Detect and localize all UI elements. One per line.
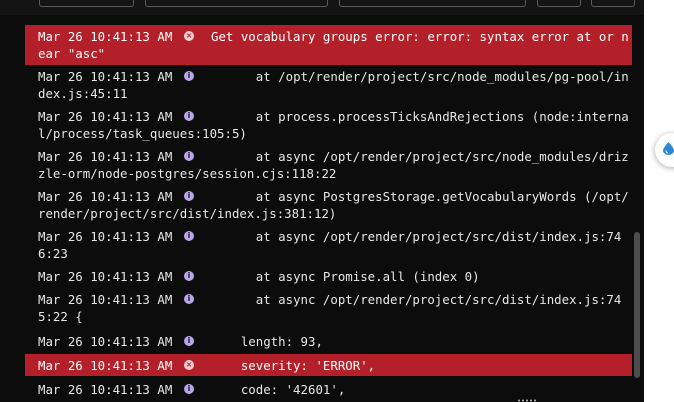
log-row: Mar 26 10:41:13 AM i code: '42601', bbox=[25, 376, 632, 402]
log-timestamp: Mar 26 10:41:13 AM bbox=[38, 69, 173, 84]
log-timestamp: Mar 26 10:41:13 AM bbox=[38, 109, 173, 124]
log-row: Mar 26 10:41:13 AM i at /opt/render/proje… bbox=[25, 65, 632, 105]
log-viewer[interactable]: Mar 26 10:41:13 AM × Get vocabulary groups… bbox=[25, 15, 644, 402]
info-icon: i bbox=[184, 151, 194, 161]
log-timestamp: Mar 26 10:41:13 AM bbox=[38, 29, 173, 44]
error-x-icon: × bbox=[184, 359, 194, 370]
info-icon: i bbox=[184, 231, 194, 241]
info-icon: i bbox=[184, 71, 194, 81]
scrollbar-thumb[interactable] bbox=[634, 232, 640, 378]
log-timestamp: Mar 26 10:41:13 AM bbox=[38, 381, 173, 397]
log-row-error: Mar 26 10:41:13 AM × severity: 'ERROR', bbox=[25, 354, 632, 376]
log-timestamp: Mar 26 10:41:13 AM bbox=[38, 357, 173, 373]
toolbar-button[interactable] bbox=[591, 0, 635, 7]
info-icon: i bbox=[184, 335, 194, 346]
info-icon: i bbox=[184, 111, 194, 121]
log-timestamp: Mar 26 10:41:13 AM bbox=[38, 269, 173, 284]
info-icon: i bbox=[184, 294, 194, 304]
search-input[interactable] bbox=[145, 0, 328, 7]
log-row: Mar 26 10:41:13 AM i at async PostgresSto… bbox=[25, 185, 632, 225]
top-toolbar bbox=[0, 0, 674, 15]
page-edge bbox=[644, 0, 674, 402]
log-timestamp: Mar 26 10:41:13 AM bbox=[38, 333, 173, 349]
log-row: Mar 26 10:41:13 AM i at async /opt/render… bbox=[25, 225, 632, 265]
error-x-icon: × bbox=[184, 31, 194, 41]
toolbar-button[interactable] bbox=[39, 0, 134, 7]
log-message: code: '42601', bbox=[211, 381, 346, 397]
info-icon: i bbox=[184, 271, 194, 281]
water-drop-icon bbox=[663, 142, 674, 155]
log-row: Mar 26 10:41:13 AM i length: 93, bbox=[25, 328, 632, 354]
log-message: at async Promise.all (index 0) bbox=[211, 269, 480, 284]
info-icon: i bbox=[184, 383, 194, 394]
log-message: severity: 'ERROR', bbox=[211, 357, 376, 373]
toolbar-button[interactable] bbox=[537, 0, 581, 7]
log-row: Mar 26 10:41:13 AM i at async Promise.all… bbox=[25, 265, 632, 288]
log-message: length: 93, bbox=[211, 333, 323, 349]
log-timestamp: Mar 26 10:41:13 AM bbox=[38, 189, 173, 204]
log-timestamp: Mar 26 10:41:13 AM bbox=[38, 149, 173, 164]
log-row: Mar 26 10:41:13 AM i at async /opt/render… bbox=[25, 288, 632, 328]
toolbar-dropdown[interactable] bbox=[339, 0, 526, 7]
log-row-error: Mar 26 10:41:13 AM × Get vocabulary groups… bbox=[25, 25, 632, 65]
log-timestamp: Mar 26 10:41:13 AM bbox=[38, 292, 173, 307]
log-row: Mar 26 10:41:13 AM i at async /opt/render… bbox=[25, 145, 632, 185]
info-icon: i bbox=[184, 191, 194, 201]
log-row: Mar 26 10:41:13 AM i at process.processTi… bbox=[25, 105, 632, 145]
log-timestamp: Mar 26 10:41:13 AM bbox=[38, 229, 173, 244]
